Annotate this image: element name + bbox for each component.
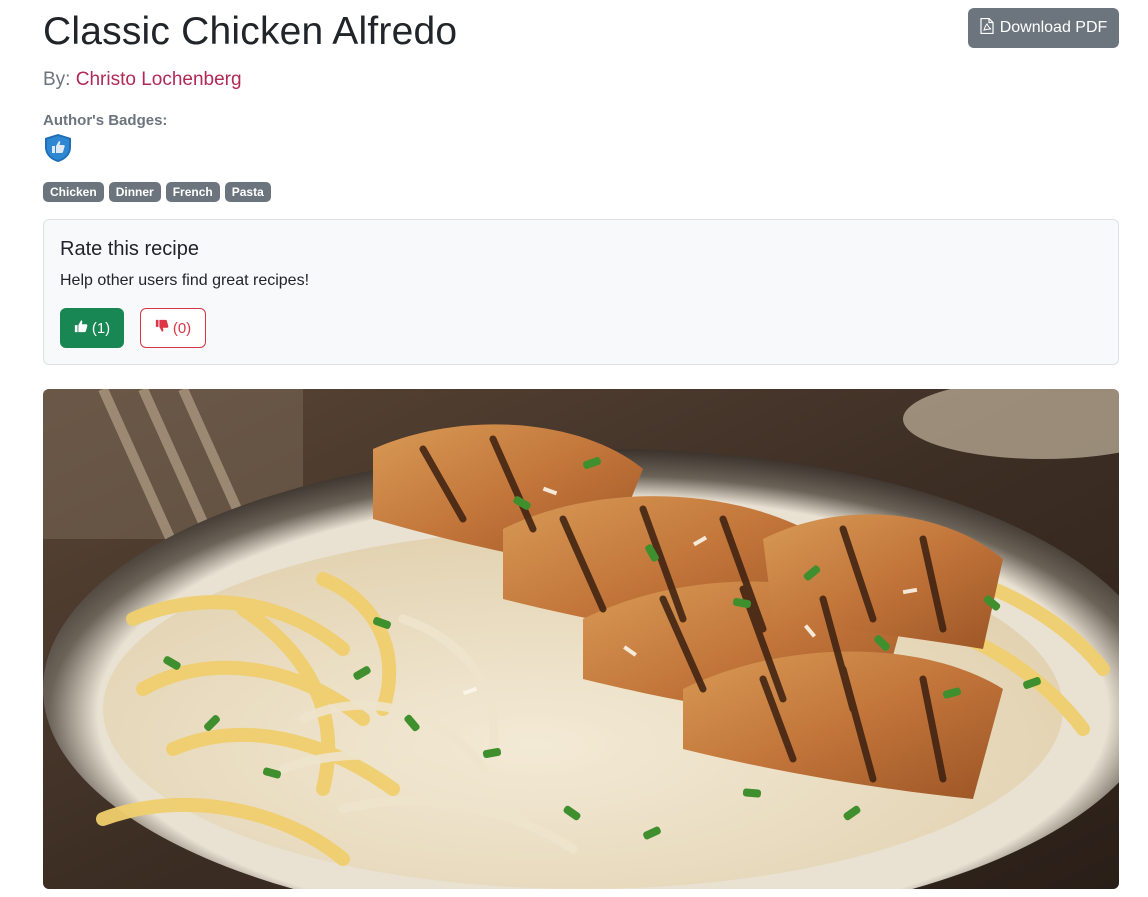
tag-pasta[interactable]: Pasta	[224, 182, 271, 202]
author-link[interactable]: Christo Lochenberg	[76, 69, 242, 90]
badges-label: Author's Badges:	[43, 112, 168, 129]
tag-dinner[interactable]: Dinner	[108, 182, 161, 202]
by-label: By:	[43, 69, 71, 90]
upvote-count: (1)	[91, 319, 111, 337]
tag-french[interactable]: French	[165, 182, 220, 202]
downvote-count: (0)	[172, 319, 192, 337]
thumbs-up-shield-icon[interactable]	[43, 133, 73, 163]
tag-chicken[interactable]: Chicken	[43, 182, 104, 202]
rate-subtitle: Help other users find great recipes!	[60, 272, 310, 289]
upvote-button[interactable]: (1)	[60, 308, 124, 348]
recipe-page: Classic Chicken Alfredo Download PDF By:…	[0, 0, 1148, 897]
download-pdf-label: Download PDF	[999, 19, 1108, 36]
download-pdf-button[interactable]: Download PDF	[968, 8, 1119, 48]
tag-list: Chicken Dinner French Pasta	[43, 182, 271, 202]
byline: By: Christo Lochenberg	[43, 69, 242, 91]
recipe-image	[43, 389, 1119, 889]
downvote-button[interactable]: (0)	[140, 308, 206, 348]
pdf-file-icon	[980, 17, 994, 39]
recipe-title: Classic Chicken Alfredo	[43, 10, 458, 53]
thumbs-up-icon	[74, 319, 88, 337]
rate-recipe-card: Rate this recipe Help other users find g…	[43, 219, 1119, 365]
thumbs-down-icon	[155, 319, 169, 337]
rate-title: Rate this recipe	[60, 238, 199, 260]
